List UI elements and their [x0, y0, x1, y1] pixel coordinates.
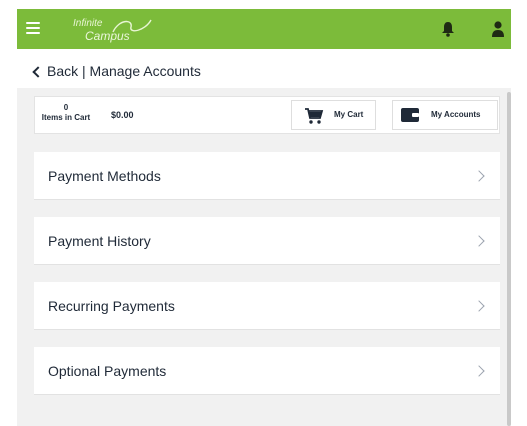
- optional-payments-item[interactable]: Optional Payments: [34, 347, 500, 395]
- chevron-right-icon: [473, 365, 485, 377]
- cart-summary-bar: 0 Items in Cart $0.00 My Cart My Account…: [34, 96, 500, 134]
- my-cart-label: My Cart: [334, 110, 364, 119]
- hamburger-menu-icon[interactable]: [26, 21, 42, 35]
- list-item-label: Payment Methods: [48, 168, 161, 184]
- logo-line-1: Infinite: [73, 18, 103, 29]
- list-item-label: Payment History: [48, 233, 151, 249]
- logo-swirl-icon: [112, 19, 152, 33]
- cart-count-value: 0: [63, 103, 69, 112]
- cart-total: $0.00: [111, 110, 134, 120]
- chevron-right-icon: [473, 235, 485, 247]
- back-link[interactable]: Back | Manage Accounts: [32, 63, 201, 79]
- chevron-right-icon: [473, 300, 485, 312]
- bell-icon[interactable]: [441, 21, 455, 37]
- top-app-bar: Infinite Campus: [17, 9, 511, 49]
- chevron-right-icon: [473, 170, 485, 182]
- recurring-payments-item[interactable]: Recurring Payments: [34, 282, 500, 330]
- chevron-left-icon: [32, 65, 44, 78]
- my-cart-button[interactable]: My Cart: [291, 100, 376, 130]
- my-accounts-button[interactable]: My Accounts: [392, 100, 498, 130]
- wallet-icon: [401, 108, 419, 122]
- items-in-cart: 0 Items in Cart: [35, 103, 97, 123]
- back-link-label: Back | Manage Accounts: [47, 63, 201, 79]
- payment-history-item[interactable]: Payment History: [34, 217, 500, 265]
- list-item-label: Recurring Payments: [48, 298, 175, 314]
- user-icon[interactable]: [491, 20, 505, 38]
- cart-count-label: Items in Cart: [41, 113, 91, 122]
- shopping-cart-icon: [305, 108, 324, 124]
- scrollbar[interactable]: [507, 92, 511, 426]
- infinite-campus-logo: Infinite Campus: [73, 17, 163, 45]
- list-item-label: Optional Payments: [48, 363, 167, 379]
- payment-methods-item[interactable]: Payment Methods: [34, 152, 500, 200]
- my-accounts-label: My Accounts: [431, 110, 481, 119]
